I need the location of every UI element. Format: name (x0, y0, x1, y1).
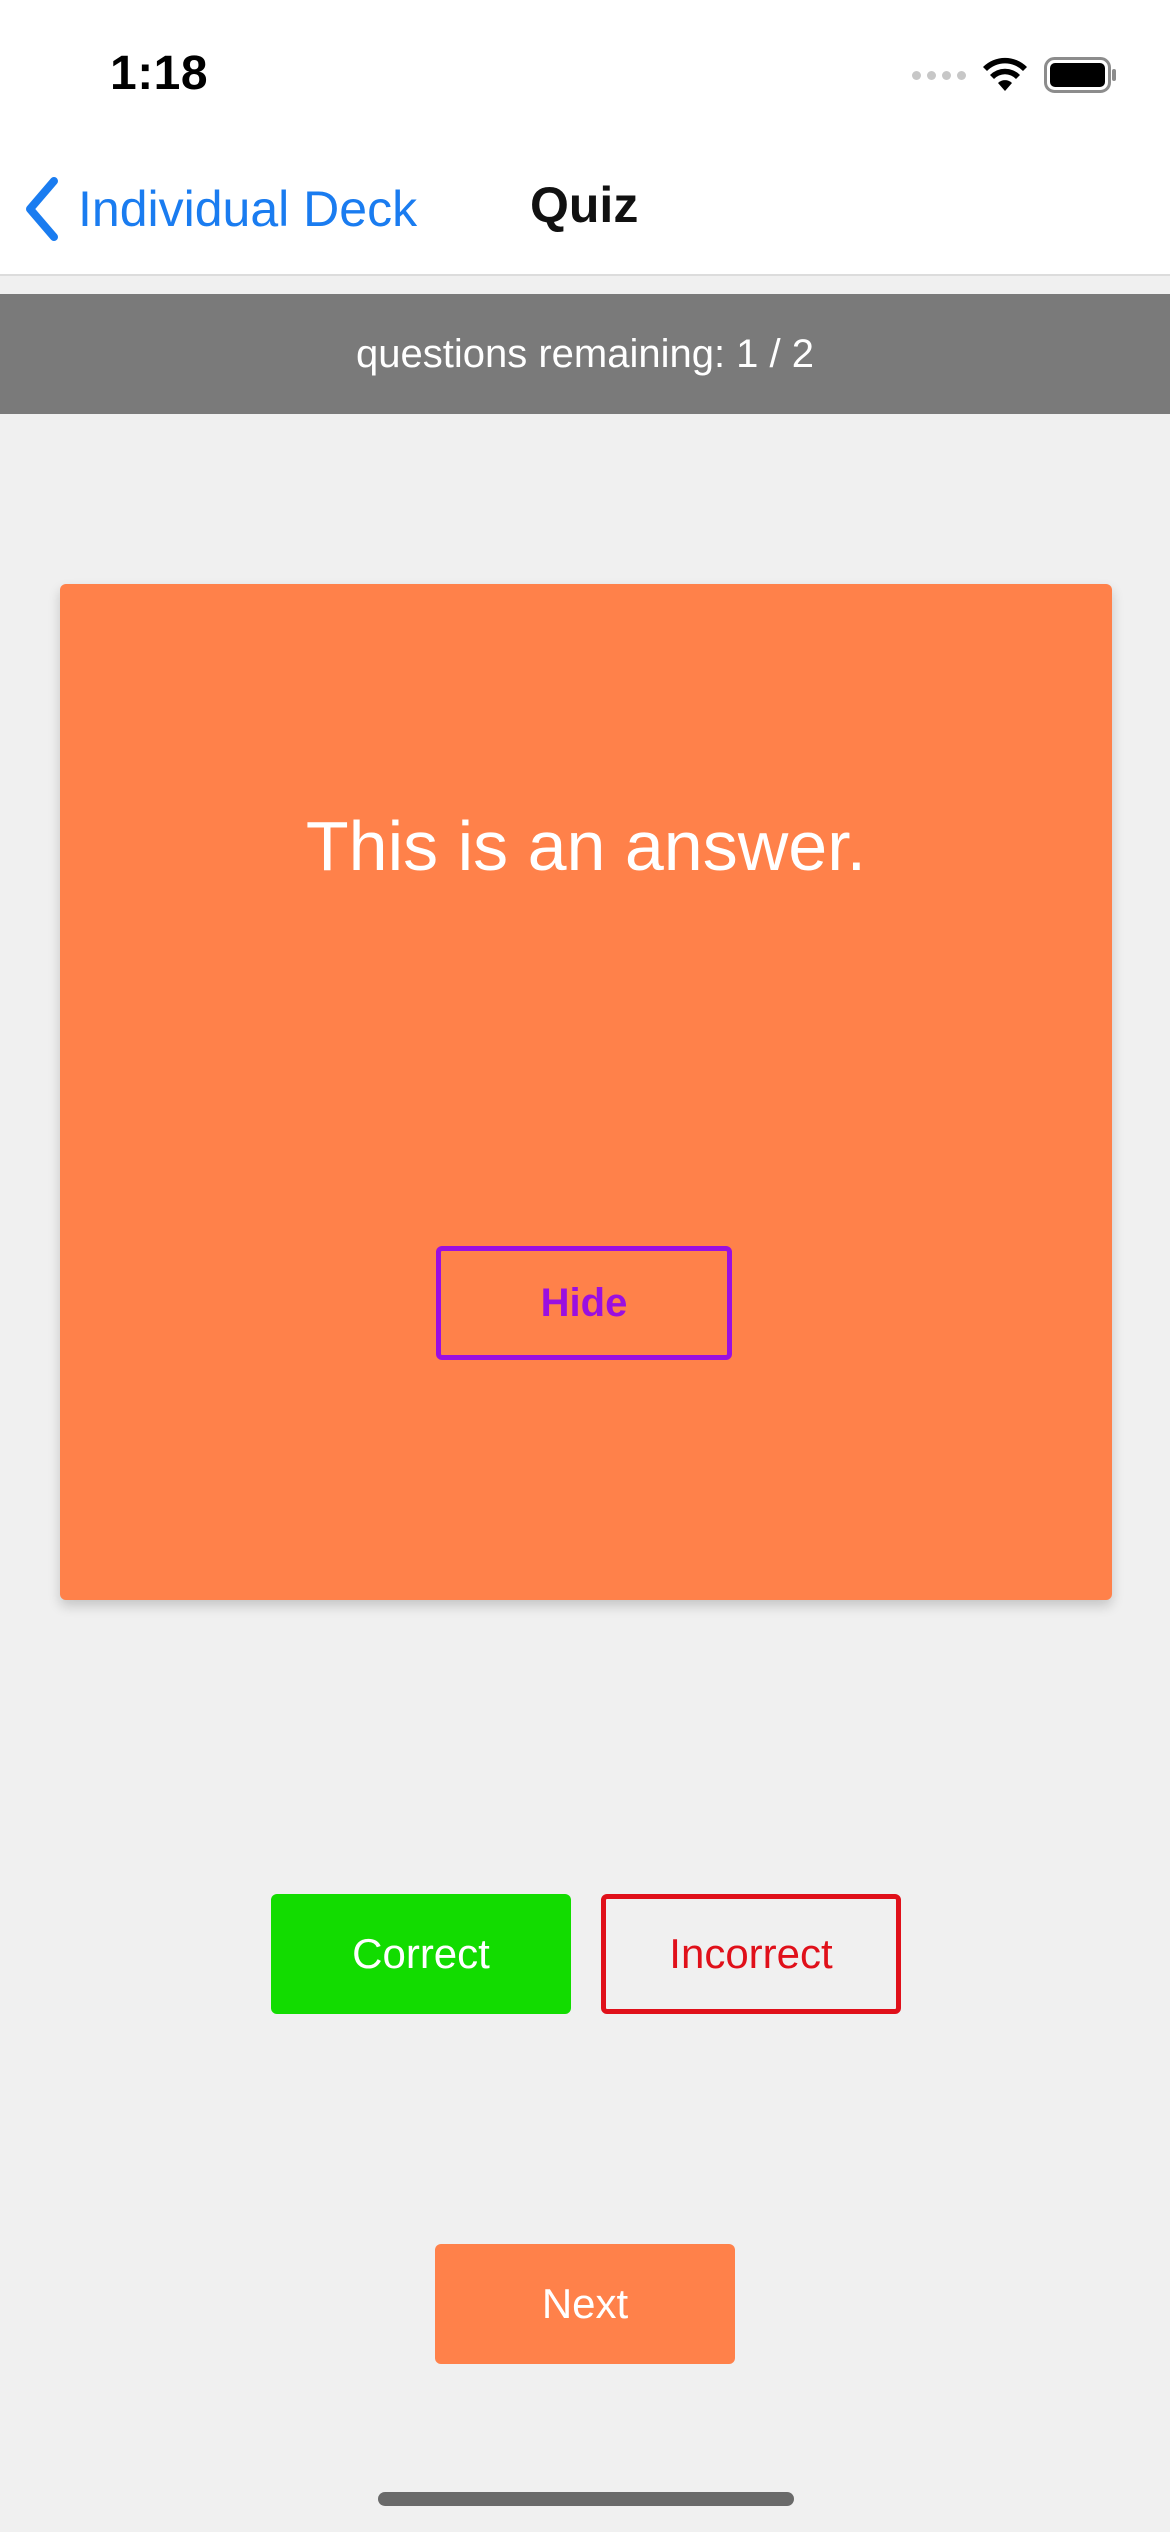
home-indicator[interactable] (378, 2492, 794, 2506)
signal-icon (912, 70, 966, 80)
hide-button[interactable]: Hide (436, 1246, 732, 1360)
back-label: Individual Deck (78, 181, 418, 237)
wifi-icon (983, 57, 1027, 91)
status-time: 1:18 (110, 47, 209, 100)
status-icons (912, 52, 1118, 98)
chevron-left-icon (26, 177, 58, 241)
flash-card: This is an answer. Hide (60, 584, 1112, 1600)
back-button[interactable]: Individual Deck (22, 174, 417, 244)
progress-banner: questions remaining: 1 / 2 (0, 294, 1170, 414)
questions-remaining-text: questions remaining: 1 / 2 (355, 331, 815, 376)
quiz-screen: 1:18 Individual Deck Quiz questions rema… (0, 0, 1170, 2532)
navigation-bar: Individual Deck Quiz (0, 140, 1170, 276)
card-answer-text: This is an answer. (305, 807, 867, 885)
page-title: Quiz (530, 177, 639, 233)
battery-icon (1044, 57, 1116, 93)
next-button[interactable]: Next (435, 2244, 735, 2364)
correct-button[interactable]: Correct (271, 1894, 571, 2014)
status-bar: 1:18 (0, 0, 1170, 140)
incorrect-button[interactable]: Incorrect (601, 1894, 901, 2014)
